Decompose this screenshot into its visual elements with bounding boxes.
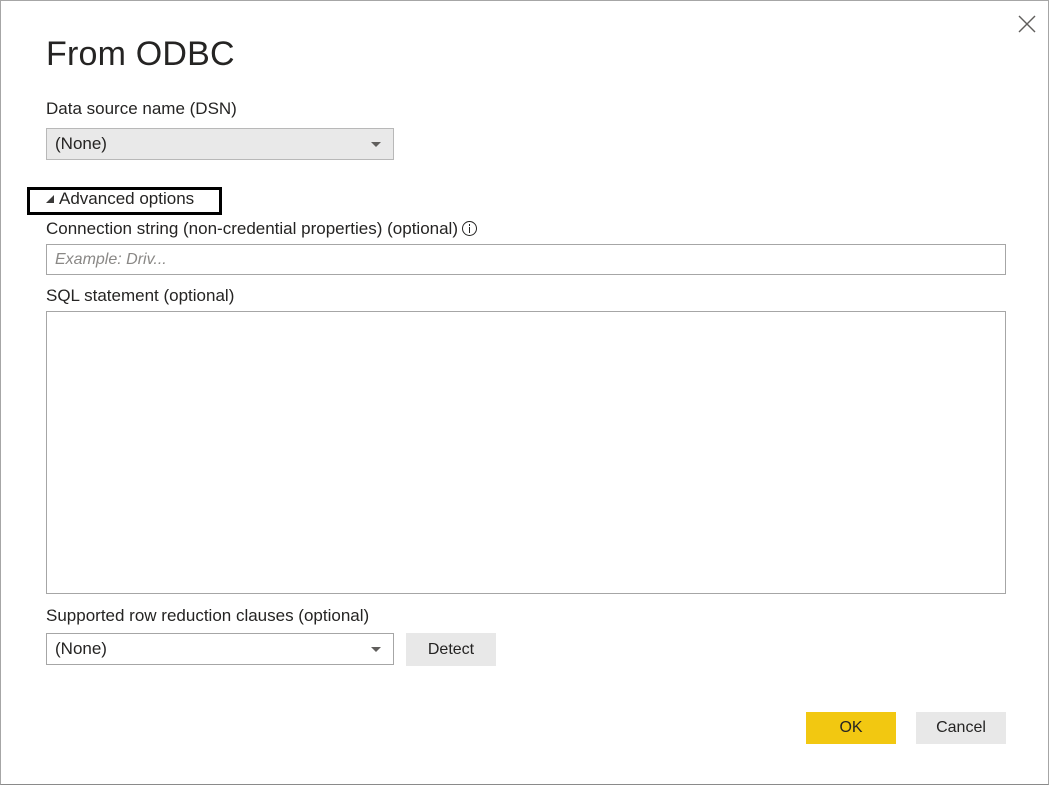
close-button[interactable] — [1014, 11, 1040, 37]
advanced-options-toggle[interactable]: Advanced options — [46, 188, 194, 210]
detect-button[interactable]: Detect — [406, 633, 496, 666]
row-reduction-label: Supported row reduction clauses (optiona… — [46, 606, 370, 625]
row-reduction-selected-value: (None) — [55, 639, 107, 658]
sql-statement-textarea[interactable] — [46, 311, 1006, 594]
chevron-down-icon — [371, 647, 381, 652]
cancel-button[interactable]: Cancel — [916, 712, 1006, 744]
dsn-select[interactable]: (None) — [46, 128, 394, 160]
close-icon — [1018, 15, 1036, 33]
sql-statement-label: SQL statement (optional) — [46, 286, 235, 305]
odbc-dialog: From ODBC Data source name (DSN) (None) … — [0, 0, 1049, 785]
connection-string-label: Connection string (non-credential proper… — [46, 219, 458, 238]
dialog-title: From ODBC — [46, 35, 235, 73]
connection-string-label-row: Connection string (non-credential proper… — [46, 218, 477, 240]
advanced-options-label: Advanced options — [59, 189, 195, 208]
info-icon[interactable] — [462, 221, 477, 236]
connection-string-input[interactable] — [46, 244, 1006, 275]
chevron-down-icon — [371, 142, 381, 147]
ok-button[interactable]: OK — [806, 712, 896, 744]
dsn-label: Data source name (DSN) — [46, 99, 237, 118]
expand-triangle-icon — [46, 195, 54, 203]
row-reduction-select[interactable]: (None) — [46, 633, 394, 665]
dsn-selected-value: (None) — [55, 134, 107, 153]
